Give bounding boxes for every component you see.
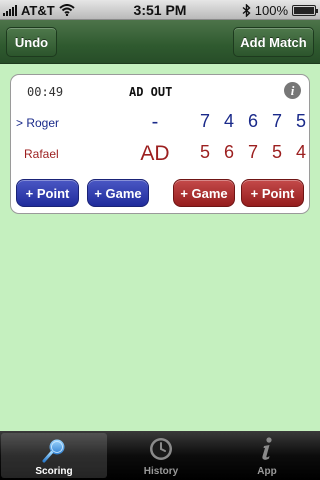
undo-button[interactable]: Undo bbox=[6, 27, 57, 57]
set-scores-roger: 7 4 6 7 5 bbox=[193, 111, 313, 132]
match-timer: 00:49 bbox=[27, 85, 64, 99]
navigation-bar: Undo Add Match bbox=[0, 20, 320, 64]
rafael-add-game-button[interactable]: + Game bbox=[173, 179, 235, 207]
clock-icon bbox=[150, 438, 172, 460]
tab-app[interactable]: App bbox=[214, 431, 320, 480]
player-row-roger: > Roger - 7 4 6 7 5 bbox=[11, 110, 311, 136]
rafael-add-point-button[interactable]: + Point bbox=[241, 179, 304, 207]
info-icon[interactable]: i bbox=[284, 82, 301, 99]
set-score: 4 bbox=[295, 142, 306, 162]
status-right: 100% bbox=[242, 2, 318, 18]
point-score-rafael: AD bbox=[140, 142, 170, 165]
battery-percent: 100% bbox=[254, 2, 288, 18]
add-match-button[interactable]: Add Match bbox=[233, 27, 314, 57]
bluetooth-icon bbox=[242, 3, 251, 17]
roger-add-point-button[interactable]: + Point bbox=[16, 179, 79, 207]
tab-label: Scoring bbox=[35, 466, 73, 477]
set-score: 5 bbox=[295, 111, 306, 131]
set-score: 7 bbox=[247, 142, 258, 162]
tab-bar: Scoring History App bbox=[0, 431, 320, 480]
set-scores-rafael: 5 6 7 5 4 bbox=[193, 142, 313, 163]
info-icon bbox=[262, 437, 272, 460]
racket-icon bbox=[42, 439, 65, 463]
game-status: AD OUT bbox=[129, 85, 173, 99]
set-score: 7 bbox=[199, 111, 210, 131]
player-name-rafael: Rafael bbox=[24, 147, 59, 161]
set-score: 5 bbox=[199, 142, 210, 162]
player-row-rafael: Rafael AD 5 6 7 5 4 bbox=[11, 141, 311, 167]
tab-label: History bbox=[143, 466, 179, 477]
tab-history[interactable]: History bbox=[108, 431, 214, 480]
scoreboard-card: 00:49 AD OUT i > Roger - 7 4 6 7 5 Rafae… bbox=[10, 74, 310, 214]
tab-label: App bbox=[257, 466, 277, 477]
set-score: 6 bbox=[223, 142, 234, 162]
set-score: 4 bbox=[223, 111, 234, 131]
roger-add-game-button[interactable]: + Game bbox=[87, 179, 149, 207]
player-name-roger: > Roger bbox=[16, 116, 60, 130]
set-score: 5 bbox=[271, 142, 282, 162]
status-bar: AT&T 3:51 PM 100% bbox=[0, 0, 320, 20]
tab-scoring[interactable]: Scoring bbox=[1, 433, 107, 478]
battery-fill bbox=[294, 6, 314, 14]
battery-icon bbox=[292, 4, 318, 16]
set-score: 7 bbox=[271, 111, 282, 131]
point-score-roger: - bbox=[151, 111, 159, 133]
set-score: 6 bbox=[247, 111, 258, 131]
